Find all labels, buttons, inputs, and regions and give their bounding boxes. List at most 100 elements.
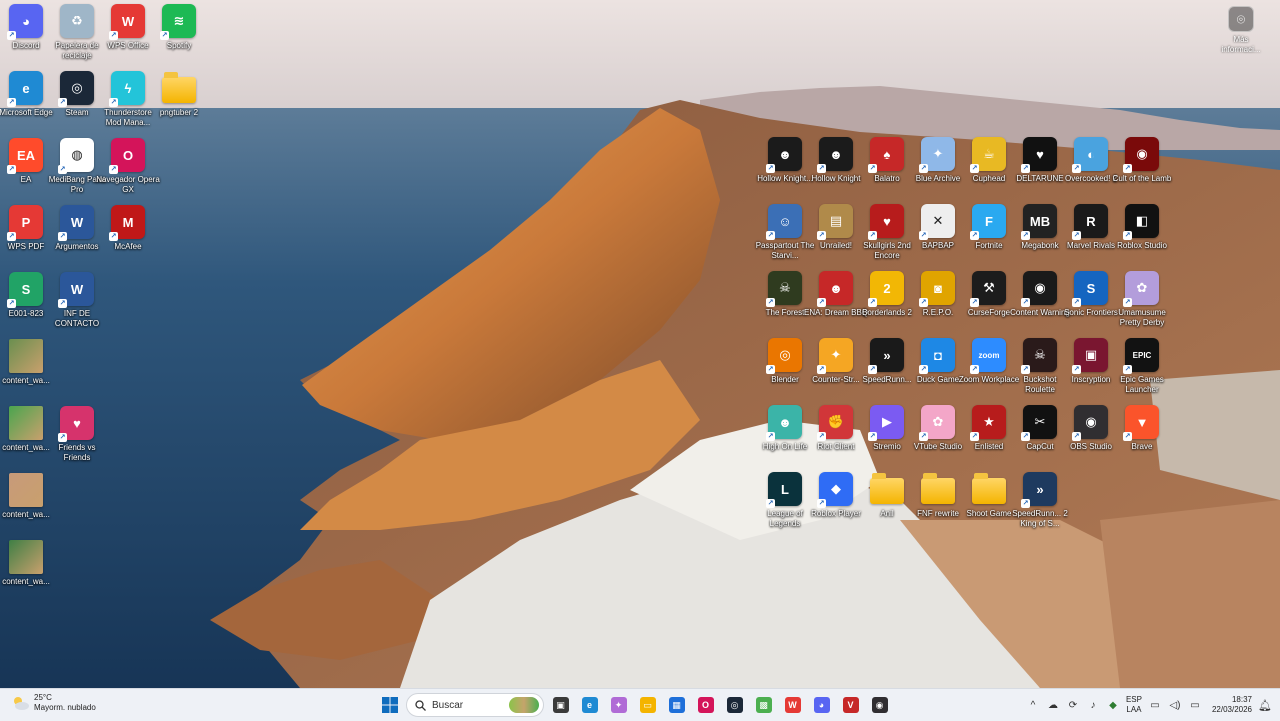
shortcut-arrow-icon: ↗ — [919, 231, 928, 240]
shortcut-arrow-icon: ↗ — [7, 299, 16, 308]
clock[interactable]: 18:37 22/03/2026 — [1212, 695, 1252, 715]
taskbar-app-minecraft[interactable]: ▩ — [751, 693, 776, 718]
more-info-widget[interactable]: ⌾ Más informaci... — [1216, 6, 1266, 55]
desktop-icon-friends-vs-friends[interactable]: ♥ ↗ Friends vs Friends — [45, 406, 109, 463]
image-file-icon — [9, 339, 43, 373]
game-icon[interactable]: ◆ — [1106, 698, 1120, 712]
blender-icon: ◎ ↗ — [766, 338, 802, 374]
info-camera-icon: ⌾ — [1228, 6, 1254, 32]
taskbar-app-copilot[interactable]: ✦ — [606, 693, 631, 718]
wps-office-icon: W — [784, 697, 801, 713]
desktop-icon-image-file[interactable]: content_wa... — [0, 339, 58, 386]
taskbar-app-wps-office[interactable]: W — [780, 693, 805, 718]
edge-icon: e ↗ — [7, 71, 43, 107]
taskbar-app-obs-studio[interactable]: ◉ — [867, 693, 892, 718]
clock-time: 18:37 — [1231, 695, 1252, 704]
desktop-icon-label: Brave — [1131, 442, 1153, 451]
deltarune-icon: ♥ ↗ — [1021, 137, 1057, 173]
desktop-icon-folder[interactable]: pngtuber 2 — [147, 71, 211, 118]
opera-gx-icon: O — [697, 697, 714, 713]
notification-bell-icon[interactable]: 🔔︎ — [1258, 698, 1272, 712]
repo-icon: ◙ ↗ — [919, 271, 955, 307]
shortcut-arrow-icon: ↗ — [817, 164, 826, 173]
shortcut-arrow-icon: ↗ — [1021, 365, 1030, 374]
desktop-icon-mcafee[interactable]: M ↗ McAfee — [96, 205, 160, 252]
desktop-icon-label: Spotify — [166, 41, 192, 50]
microphone-icon[interactable]: ♪ — [1086, 698, 1100, 712]
shortcut-arrow-icon: ↗ — [1072, 365, 1081, 374]
taskbar-app-file-explorer[interactable]: ▭ — [635, 693, 660, 718]
weather-widget[interactable]: 25°C Mayorm. nublado — [10, 693, 96, 713]
unrailed-icon: ▤ ↗ — [817, 204, 853, 240]
desktop-icon-roblox-studio[interactable]: ◧ ↗ Roblox Studio — [1110, 204, 1174, 251]
taskbar-app-valorant[interactable]: V — [838, 693, 863, 718]
taskbar-app-edge[interactable]: e — [577, 693, 602, 718]
desktop-icon-umamusume[interactable]: ✿ ↗ Umamusume Pretty Derby — [1110, 271, 1174, 328]
cult-of-the-lamb-icon: ◉ ↗ — [1123, 137, 1159, 173]
taskbar-app-microsoft-store[interactable]: ▦ — [664, 693, 689, 718]
desktop-icon-spotify[interactable]: ≋ ↗ Spotify — [147, 4, 211, 51]
obs-studio-icon: ◉ — [871, 697, 888, 713]
shortcut-arrow-icon: ↗ — [109, 232, 118, 241]
cuphead-icon: ☕ ↗ — [970, 137, 1006, 173]
roblox-studio-icon: ◧ ↗ — [1123, 204, 1159, 240]
sync-icon[interactable]: ⟳ — [1066, 698, 1080, 712]
cloud-icon[interactable]: ☁ — [1046, 698, 1060, 712]
start-button[interactable] — [377, 693, 402, 718]
desktop-icon-brave[interactable]: ▼ ↗ Brave — [1110, 405, 1174, 452]
battery-icon[interactable]: ▭ — [1188, 698, 1202, 712]
obs-studio-icon: ◉ ↗ — [1072, 405, 1108, 441]
chevron-up-icon[interactable]: ^ — [1026, 698, 1040, 712]
shortcut-arrow-icon: ↗ — [160, 31, 169, 40]
desktop-icon-epic-games[interactable]: EPIC ↗ Epic Games Launcher — [1110, 338, 1174, 395]
riot-client-icon: ✊ ↗ — [817, 405, 853, 441]
desktop: ◕ ↗ Discord ♻ Papelera de reciclaje W ↗ WPS Off… — [0, 0, 1280, 688]
shortcut-arrow-icon: ↗ — [1123, 365, 1132, 374]
desktop-icon-opera-gx[interactable]: O ↗ Navegador Opera GX — [96, 138, 160, 195]
vtube-studio-icon: ✿ ↗ — [919, 405, 955, 441]
skullgirls-icon: ♥ ↗ — [868, 204, 904, 240]
taskbar-app-steam[interactable]: ◎ — [722, 693, 747, 718]
taskbar: 25°C Mayorm. nublado Buscar ▣ e ✦ ▭ ▦ O ◎ ▩ W ◕ V ◉… — [0, 688, 1280, 721]
shortcut-arrow-icon: ↗ — [1123, 164, 1132, 173]
shortcut-arrow-icon: ↗ — [7, 98, 16, 107]
thunderstore-icon: ϟ ↗ — [109, 71, 145, 107]
shortcut-arrow-icon: ↗ — [109, 31, 118, 40]
blue-archive-icon: ✦ ↗ — [919, 137, 955, 173]
shortcut-arrow-icon: ↗ — [1123, 432, 1132, 441]
desktop-icon-label: Roblox Studio — [1117, 241, 1167, 250]
language-indicator[interactable]: ESP LAA — [1126, 695, 1142, 715]
fortnite-icon: F ↗ — [970, 204, 1006, 240]
image-file-icon — [9, 473, 43, 507]
medibang-icon: ◍ ↗ — [58, 138, 94, 174]
desktop-icon-speedrunners-2[interactable]: » ↗ SpeedRunn... 2 King of S... — [1008, 472, 1072, 529]
desktop-icon-word-doc[interactable]: W ↗ INF DE CONTACTO — [45, 272, 109, 329]
taskbar-app-discord[interactable]: ◕ — [809, 693, 834, 718]
shortcut-arrow-icon: ↗ — [970, 365, 979, 374]
speedrunners-2-icon: » ↗ — [1021, 472, 1057, 508]
desktop-icon-label: Epic Games Launcher — [1120, 375, 1164, 394]
shortcut-arrow-icon: ↗ — [919, 365, 928, 374]
passpartout-icon: ☺ ↗ — [766, 204, 802, 240]
taskbar-app-opera-gx[interactable]: O — [693, 693, 718, 718]
desktop-icon-image-file[interactable]: content_wa... — [0, 473, 58, 520]
desktop-icon-label: Umamusume Pretty Derby — [1118, 308, 1166, 327]
taskbar-app-task-view[interactable]: ▣ — [548, 693, 573, 718]
lang-top: ESP — [1125, 695, 1142, 704]
buckshot-roulette-icon: ☠ ↗ — [1021, 338, 1057, 374]
network-icon[interactable]: ▭ — [1148, 698, 1162, 712]
search-box[interactable]: Buscar — [406, 693, 544, 717]
desktop-icon-label: pngtuber 2 — [159, 108, 199, 117]
bapbap-icon: ✕ ↗ — [919, 204, 955, 240]
shortcut-arrow-icon: ↗ — [766, 499, 775, 508]
desktop-icon-label: McAfee — [114, 242, 142, 251]
content-warning-icon: ◉ ↗ — [1021, 271, 1057, 307]
volume-icon[interactable]: ◁) — [1168, 698, 1182, 712]
roblox-player-icon: ◆ ↗ — [817, 472, 853, 508]
sonic-frontiers-icon: S ↗ — [1072, 271, 1108, 307]
desktop-icon-image-file[interactable]: content_wa... — [0, 540, 58, 587]
shortcut-arrow-icon: ↗ — [1072, 164, 1081, 173]
desktop-icon-cult-of-the-lamb[interactable]: ◉ ↗ Cult of the Lamb — [1110, 137, 1174, 184]
shortcut-arrow-icon: ↗ — [1021, 432, 1030, 441]
desktop-icon-label: SpeedRunn... 2 King of S... — [1012, 509, 1068, 528]
